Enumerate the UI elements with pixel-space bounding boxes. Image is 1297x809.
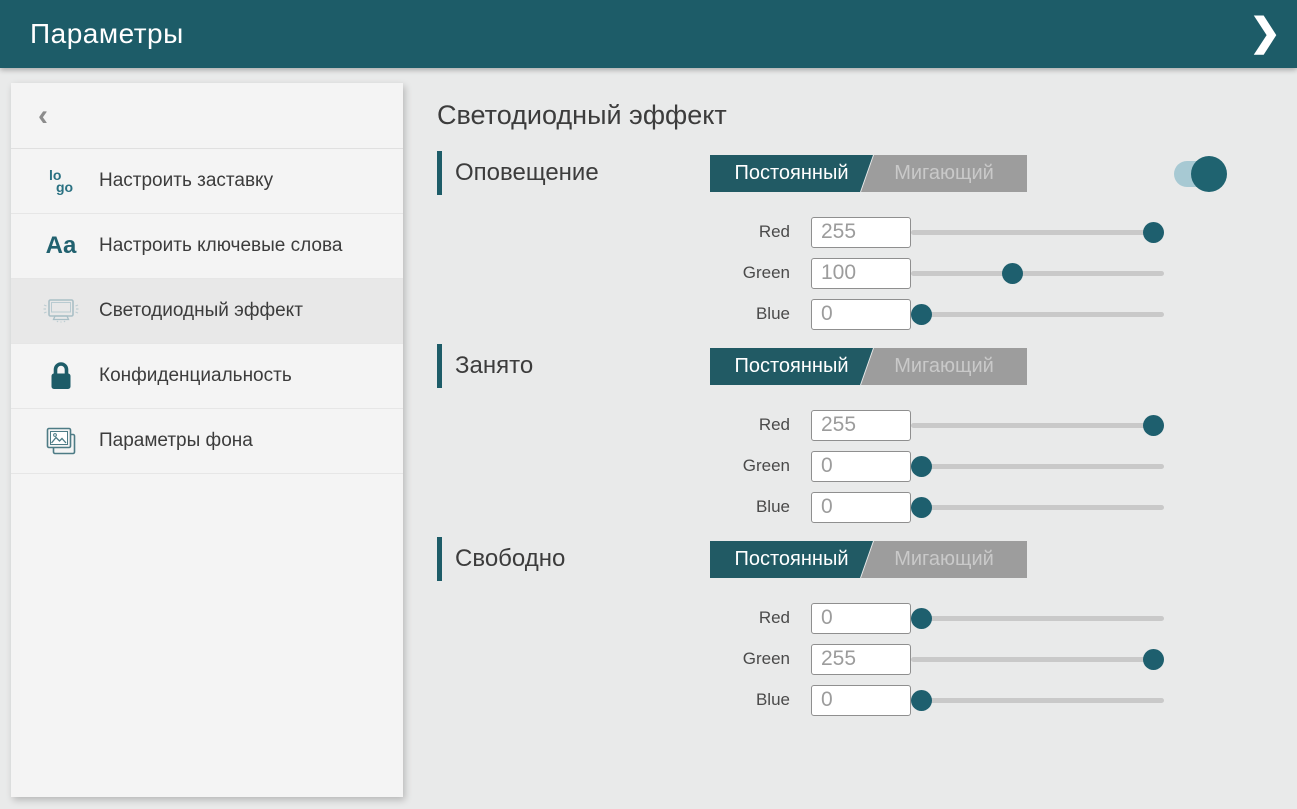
- sidebar: ‹ lo go Настроить заставку Aa Настроить …: [11, 83, 403, 797]
- rgb-row-green: Green: [437, 450, 1237, 482]
- section-busy: Занято Постоянный Мигающий Red Green Blu…: [437, 343, 1237, 523]
- section-label: Оповещение: [455, 159, 599, 187]
- app-header: Параметры ❯: [0, 0, 1297, 68]
- green-label: Green: [437, 456, 790, 476]
- red-slider[interactable]: [911, 414, 1164, 436]
- sidebar-item-keywords[interactable]: Aa Настроить ключевые слова: [11, 214, 403, 279]
- mode-solid-button[interactable]: Постоянный: [710, 348, 873, 385]
- lock-icon: [38, 360, 84, 393]
- section-label: Занято: [455, 352, 533, 380]
- red-slider[interactable]: [911, 221, 1164, 243]
- green-value-input[interactable]: [811, 258, 911, 289]
- sidebar-item-label: Параметры фона: [99, 428, 253, 454]
- red-slider[interactable]: [911, 607, 1164, 629]
- rgb-row-red: Red: [437, 216, 1237, 248]
- green-label: Green: [437, 263, 790, 283]
- green-value-input[interactable]: [811, 451, 911, 482]
- mode-solid-button[interactable]: Постоянный: [710, 155, 873, 192]
- red-value-input[interactable]: [811, 410, 911, 441]
- blue-label: Blue: [437, 690, 790, 710]
- mode-solid-button[interactable]: Постоянный: [710, 541, 873, 578]
- red-value-input[interactable]: [811, 217, 911, 248]
- led-screen-icon: [38, 296, 84, 326]
- section-free: Свободно Постоянный Мигающий Red Green B…: [437, 536, 1237, 716]
- sidebar-item-label: Конфиденциальность: [99, 363, 292, 389]
- section-notification: Оповещение Постоянный Мигающий Red Green…: [437, 150, 1237, 330]
- blue-slider[interactable]: [911, 496, 1164, 518]
- blue-value-input[interactable]: [811, 685, 911, 716]
- mode-toggle: Постоянный Мигающий: [710, 541, 1027, 578]
- mode-blinking-button[interactable]: Мигающий: [861, 541, 1027, 578]
- rgb-row-green: Green: [437, 643, 1237, 675]
- logo-icon: lo go: [38, 169, 84, 193]
- rgb-row-blue: Blue: [437, 684, 1237, 716]
- page-title: Параметры: [30, 18, 184, 50]
- content-title: Светодиодный эффект: [437, 98, 1237, 133]
- section-label: Свободно: [455, 545, 565, 573]
- green-slider[interactable]: [911, 648, 1164, 670]
- switch-knob: [1191, 156, 1227, 192]
- background-images-icon: [38, 425, 84, 458]
- red-label: Red: [437, 608, 790, 628]
- rgb-row-blue: Blue: [437, 491, 1237, 523]
- mode-blinking-button[interactable]: Мигающий: [861, 348, 1027, 385]
- section-accent-bar: [437, 537, 442, 581]
- rgb-row-blue: Blue: [437, 298, 1237, 330]
- mode-toggle: Постоянный Мигающий: [710, 155, 1027, 192]
- sidebar-item-privacy[interactable]: Конфиденциальность: [11, 344, 403, 409]
- green-slider[interactable]: [911, 262, 1164, 284]
- section-accent-bar: [437, 344, 442, 388]
- green-slider[interactable]: [911, 455, 1164, 477]
- mode-blinking-button[interactable]: Мигающий: [861, 155, 1027, 192]
- rgb-row-red: Red: [437, 602, 1237, 634]
- blue-slider[interactable]: [911, 689, 1164, 711]
- blue-label: Blue: [437, 497, 790, 517]
- sidebar-item-led-effect[interactable]: Светодиодный эффект: [11, 279, 403, 344]
- section-accent-bar: [437, 151, 442, 195]
- red-label: Red: [437, 222, 790, 242]
- sidebar-item-label: Светодиодный эффект: [99, 298, 303, 324]
- mode-toggle: Постоянный Мигающий: [710, 348, 1027, 385]
- sidebar-back-button[interactable]: ‹: [11, 83, 403, 149]
- sidebar-item-label: Настроить ключевые слова: [99, 233, 342, 259]
- keywords-icon: Aa: [38, 232, 84, 260]
- red-value-input[interactable]: [811, 603, 911, 634]
- chevron-left-icon: ‹: [38, 99, 48, 133]
- rgb-row-red: Red: [437, 409, 1237, 441]
- green-value-input[interactable]: [811, 644, 911, 675]
- sidebar-item-screensaver[interactable]: lo go Настроить заставку: [11, 149, 403, 214]
- rgb-row-green: Green: [437, 257, 1237, 289]
- green-label: Green: [437, 649, 790, 669]
- chevron-right-icon[interactable]: ❯: [1249, 8, 1281, 58]
- main-content: Светодиодный эффект Оповещение Постоянны…: [437, 98, 1237, 729]
- sidebar-item-label: Настроить заставку: [99, 168, 273, 194]
- blue-slider[interactable]: [911, 303, 1164, 325]
- blue-value-input[interactable]: [811, 492, 911, 523]
- sidebar-item-background[interactable]: Параметры фона: [11, 409, 403, 474]
- blue-value-input[interactable]: [811, 299, 911, 330]
- notification-toggle-switch[interactable]: [1174, 161, 1218, 187]
- blue-label: Blue: [437, 304, 790, 324]
- red-label: Red: [437, 415, 790, 435]
